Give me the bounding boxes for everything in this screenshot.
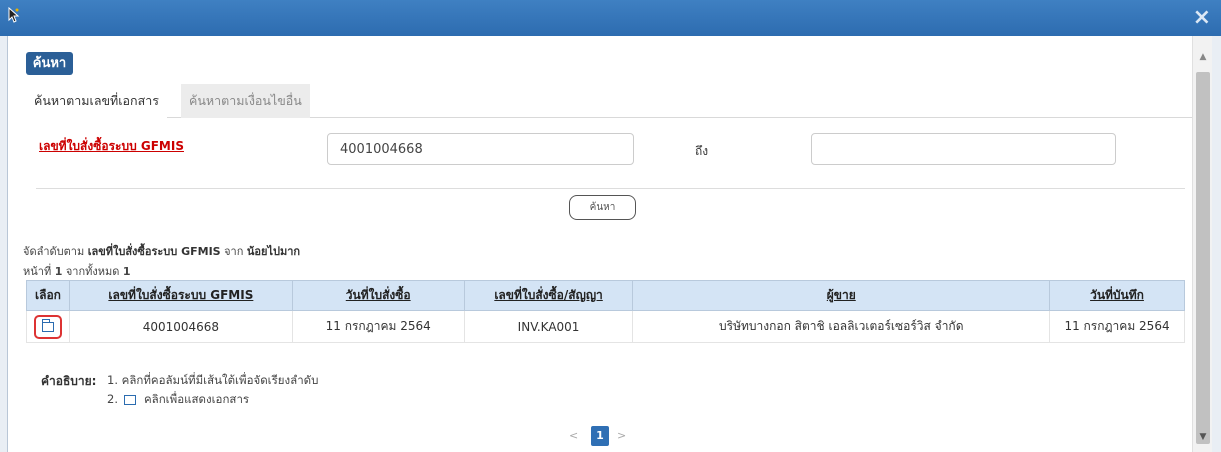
sort-middle: จาก <box>220 245 247 258</box>
sort-info: จัดลำดับตาม เลขที่ใบสั่งซื้อระบบ GFMIS จ… <box>23 242 300 260</box>
folder-icon <box>123 394 136 405</box>
modal-content: ค้นหา ค้นหาตามเลขที่เอกสาร ค้นหาตามเงื่อ… <box>9 36 1194 452</box>
scroll-down-arrow-icon[interactable]: ▼ <box>1193 432 1213 446</box>
pagination-next[interactable]: > <box>617 429 631 442</box>
to-label: ถึง <box>695 144 709 158</box>
pagination-page-1[interactable]: 1 <box>591 426 609 446</box>
cell-vendor: บริษัทบางกอก สิตาชิ เอลลิเวเตอร์เซอร์วิส… <box>632 310 1051 343</box>
tab-search-by-document-number[interactable]: ค้นหาตามเลขที่เอกสาร <box>26 84 167 118</box>
sort-order: น้อยไปมาก <box>246 245 301 258</box>
cell-po-date: 11 กรกฎาคม 2564 <box>291 310 465 343</box>
divider <box>36 188 1185 189</box>
po-number-to-input[interactable] <box>811 133 1116 165</box>
legend-item-1: 1. คลิกที่คอลัมน์ที่มีเส้นใต้เพื่อจัดเรี… <box>107 373 319 387</box>
cell-contract-number: INV.KA001 <box>463 310 634 343</box>
page-prefix: หน้าที่ <box>23 265 55 278</box>
cell-record-date: 11 กรกฎาคม 2564 <box>1049 310 1185 343</box>
open-document-button[interactable] <box>33 314 62 339</box>
legend-title: คำอธิบาย: <box>41 374 97 388</box>
tab-search-by-other-conditions[interactable]: ค้นหาตามเงื่อนไขอื่น <box>181 84 310 118</box>
search-button[interactable]: ค้นหา <box>569 195 636 220</box>
column-header-select: เลือก <box>26 280 70 311</box>
legend-item-2: 2. คลิกเพื่อแสดงเอกสาร <box>107 391 249 409</box>
modal-right-border <box>1212 36 1221 452</box>
close-icon[interactable]: × <box>1193 6 1211 30</box>
column-header-record-date[interactable]: วันที่บันทึก <box>1049 280 1185 311</box>
modal-titlebar: × <box>0 0 1221 36</box>
folder-icon <box>41 318 54 332</box>
po-number-from-input[interactable] <box>327 133 634 165</box>
table-header-row: เลือก เลขที่ใบสั่งซื้อระบบ GFMIS วันที่ใ… <box>26 280 1185 311</box>
sort-field: เลขที่ใบสั่งซื้อระบบ GFMIS <box>87 245 221 258</box>
mouse-cursor-icon <box>8 7 20 23</box>
search-tabs: ค้นหาตามเลขที่เอกสาร ค้นหาตามเงื่อนไขอื่… <box>26 84 1194 118</box>
select-cell <box>26 310 70 343</box>
search-section-badge: ค้นหา <box>26 52 73 75</box>
modal-left-border <box>0 36 8 452</box>
column-header-vendor[interactable]: ผู้ขาย <box>632 280 1051 311</box>
page-middle: จากทั้งหมด <box>62 265 123 278</box>
po-number-label: เลขที่ใบสั่งซื้อระบบ GFMIS <box>39 139 184 153</box>
column-header-contract-number[interactable]: เลขที่ใบสั่งซื้อ/สัญญา <box>463 280 634 311</box>
column-header-po-number[interactable]: เลขที่ใบสั่งซื้อระบบ GFMIS <box>68 280 293 311</box>
vertical-scrollbar[interactable]: ▲ ▼ <box>1192 36 1212 452</box>
legend-item-2-text: คลิกเพื่อแสดงเอกสาร <box>143 392 250 406</box>
scroll-up-arrow-icon[interactable]: ▲ <box>1193 52 1213 66</box>
pagination-prev[interactable]: < <box>569 429 583 442</box>
scrollbar-thumb[interactable] <box>1196 72 1210 444</box>
legend-item-2-number: 2. <box>107 392 118 406</box>
table-row: 4001004668 11 กรกฎาคม 2564 INV.KA001 บริ… <box>26 310 1185 343</box>
results-table: เลือก เลขที่ใบสั่งซื้อระบบ GFMIS วันที่ใ… <box>26 280 1185 343</box>
page-info: หน้าที่ 1 จากทั้งหมด 1 <box>23 262 131 280</box>
column-header-po-date[interactable]: วันที่ใบสั่งซื้อ <box>291 280 465 311</box>
sort-prefix: จัดลำดับตาม <box>23 245 88 258</box>
cell-po-number: 4001004668 <box>68 310 293 343</box>
page-total: 1 <box>122 265 131 278</box>
